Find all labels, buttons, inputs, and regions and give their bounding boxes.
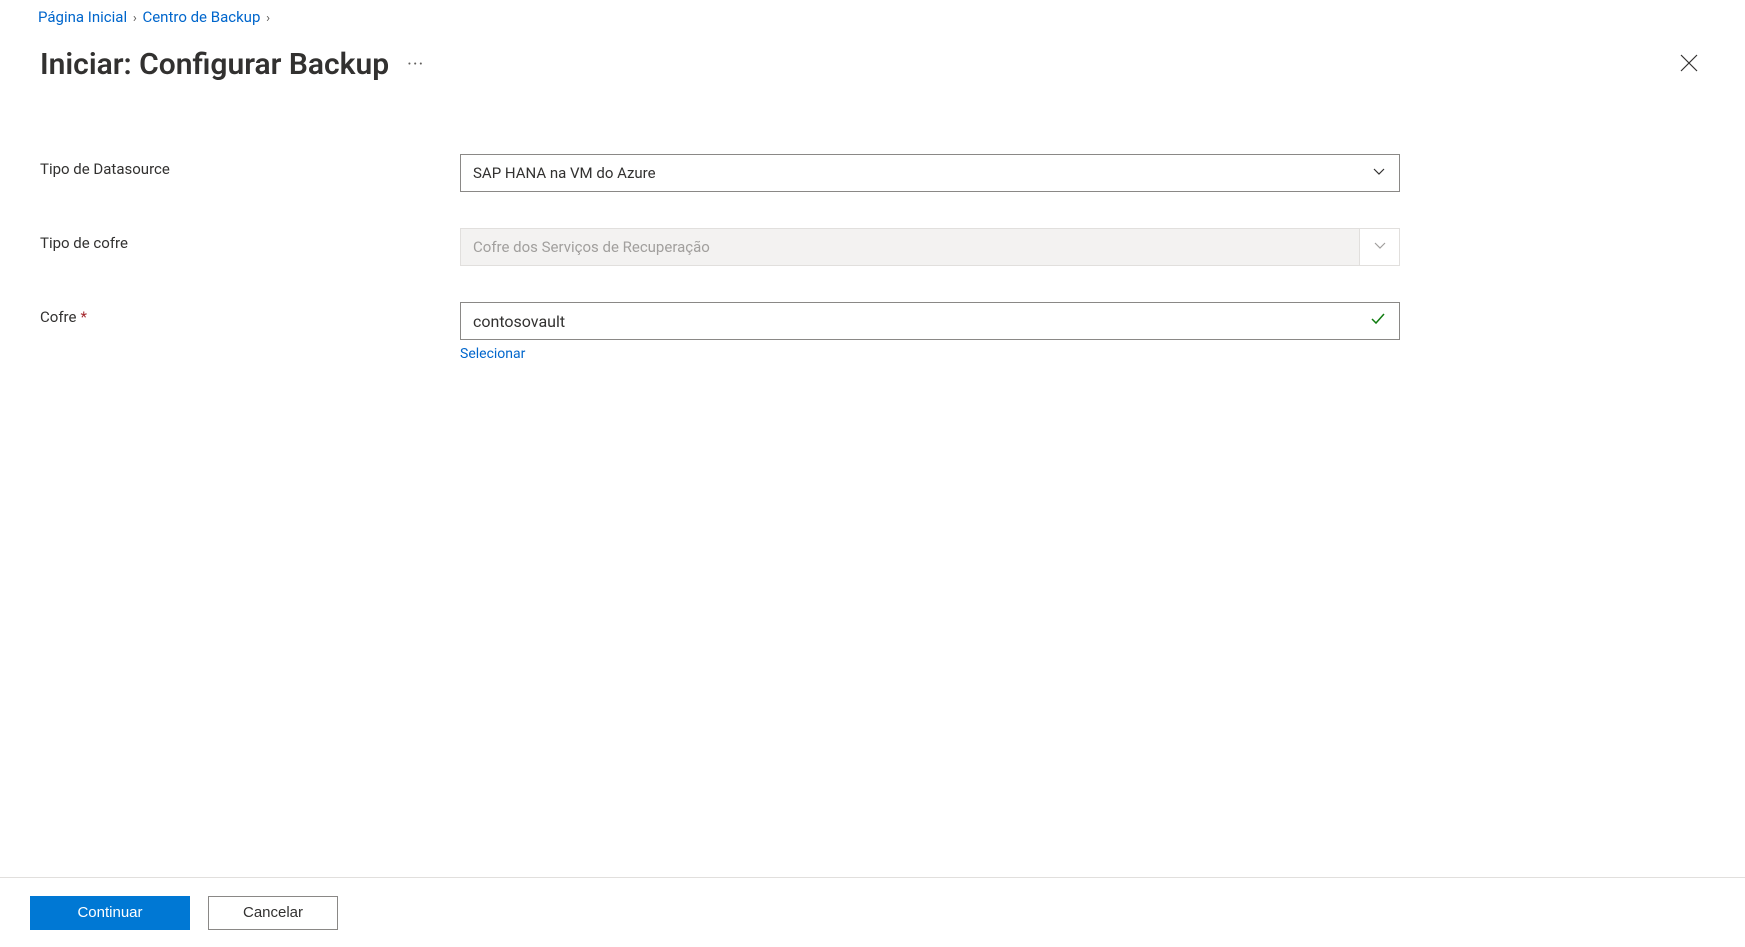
cancel-button[interactable]: Cancelar: [208, 896, 338, 930]
chevron-down-icon: [1372, 237, 1388, 257]
vault-input[interactable]: contosovault: [460, 302, 1400, 340]
close-icon[interactable]: [1673, 44, 1705, 84]
datasource-type-dropdown[interactable]: SAP HANA na VM do Azure: [460, 154, 1400, 192]
required-asterisk: *: [80, 308, 86, 326]
chevron-down-icon: [1371, 163, 1387, 183]
datasource-type-row: Tipo de Datasource SAP HANA na VM do Azu…: [40, 154, 1705, 192]
footer: Continuar Cancelar: [0, 877, 1745, 947]
continue-button[interactable]: Continuar: [30, 896, 190, 930]
chevron-right-icon: ›: [133, 11, 137, 26]
breadcrumb-home-link[interactable]: Página Inicial: [38, 8, 127, 26]
datasource-type-label: Tipo de Datasource: [40, 154, 460, 178]
vault-label: Cofre*: [40, 302, 460, 326]
title-row: Iniciar: Configurar Backup ···: [0, 26, 1745, 94]
vault-type-value: Cofre dos Serviços de Recuperação: [473, 238, 710, 256]
vault-input-value: contosovault: [473, 312, 565, 331]
more-icon[interactable]: ···: [407, 54, 424, 75]
breadcrumb: Página Inicial › Centro de Backup ›: [0, 0, 1745, 26]
vault-type-row: Tipo de cofre Cofre dos Serviços de Recu…: [40, 228, 1705, 266]
datasource-type-value: SAP HANA na VM do Azure: [473, 164, 656, 182]
check-icon: [1369, 310, 1387, 332]
page-title: Iniciar: Configurar Backup: [40, 47, 389, 82]
chevron-right-icon: ›: [266, 11, 270, 26]
form-area: Tipo de Datasource SAP HANA na VM do Azu…: [0, 94, 1745, 418]
vault-type-label: Tipo de cofre: [40, 228, 460, 252]
breadcrumb-backup-center-link[interactable]: Centro de Backup: [142, 8, 260, 26]
vault-select-link[interactable]: Selecionar: [460, 346, 525, 362]
vault-row: Cofre* contosovault Selecionar: [40, 302, 1705, 362]
vault-type-dropdown: Cofre dos Serviços de Recuperação: [460, 228, 1400, 266]
